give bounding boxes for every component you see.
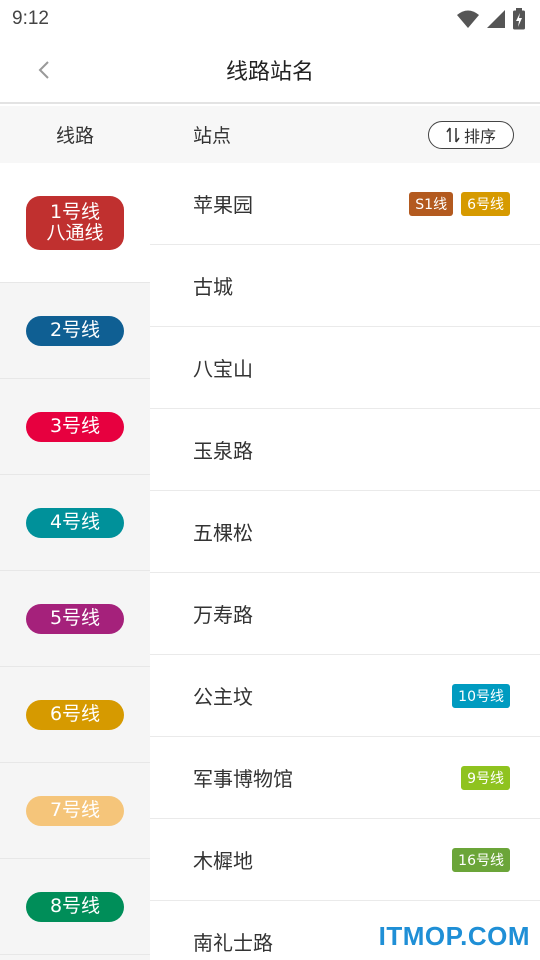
line-item[interactable]: 1号线 八通线 [0,163,150,283]
station-row[interactable]: 万寿路 [150,573,540,655]
line-pill-label: 3号线 [49,415,101,438]
signal-icon [487,10,505,28]
station-row[interactable]: 公主坟 10号线 [150,655,540,737]
station-list: 苹果园 S1线 6号线古城八宝山玉泉路五棵松万寿路公主坟 10号线军事博物馆 9号线木樨… [150,163,540,960]
line-item[interactable]: 2号线 [0,283,150,379]
line-pill-label: 2号线 [49,319,101,342]
watermark: ITMOP.COM [378,921,530,951]
line-pill-label: 7号线 [49,799,101,822]
sort-icon [446,127,460,143]
station-name: 军事博物馆 [193,767,293,791]
sort-button[interactable]: 排序 [428,121,514,149]
chevron-left-icon [38,61,49,79]
line-item[interactable]: 4号线 [0,475,150,571]
battery-icon [513,8,525,30]
line-pill: 6号线 [26,699,124,730]
line-pill: 1号线 八通线 [26,195,124,250]
station-name: 南礼士路 [193,931,273,955]
station-name: 万寿路 [193,603,253,627]
line-pill: 2号线 [26,315,124,346]
station-name: 玉泉路 [193,439,253,463]
station-row[interactable]: 玉泉路 [150,409,540,491]
station-row[interactable]: 古城 [150,245,540,327]
line-column-header: 线路 [0,106,150,163]
line-pill: 5号线 [26,603,124,634]
station-row[interactable]: 木樨地 16号线 [150,819,540,901]
station-name: 五棵松 [193,521,253,545]
line-pill-label: 5号线 [49,607,101,630]
station-column-header: 站点 排序 [150,106,540,163]
status-bar: 9:12 [0,0,540,38]
line-pill: 8号线 [26,891,124,922]
station-column-label: 站点 [193,125,232,147]
line-pill: 7号线 [26,795,124,826]
transfer-badges: 9号线 [461,765,510,790]
page-title: 线路站名 [225,60,314,85]
line-pill: 4号线 [26,507,124,538]
line-column-label: 线路 [55,125,94,147]
line-pill-label: 1号线 [49,200,101,223]
station-name: 八宝山 [193,357,253,381]
station-name: 木樨地 [193,849,253,873]
station-row[interactable]: 军事博物馆 9号线 [150,737,540,819]
station-row[interactable]: 八宝山 [150,327,540,409]
transfer-badge: 16号线 [452,847,510,872]
line-pill-label: 6号线 [49,703,101,726]
line-pill-label: 八通线 [46,221,104,244]
status-icons [456,8,526,30]
sort-label: 排序 [463,127,496,146]
status-time: 9:12 [12,8,49,29]
back-button[interactable] [26,52,62,88]
transfer-badges: 10号线 [452,683,510,708]
transfer-badge: 10号线 [452,683,510,708]
app-header: 线路站名 [0,38,540,104]
line-pill-label: 8号线 [49,895,101,918]
station-row[interactable]: 五棵松 [150,491,540,573]
line-pill-label: 4号线 [49,511,101,534]
transfer-badge: 6号线 [461,191,510,216]
line-item[interactable]: 7号线 [0,763,150,859]
transfer-badges: 16号线 [452,847,510,872]
line-pill: 3号线 [26,411,124,442]
transfer-badge: 9号线 [461,765,510,790]
line-sidebar: 1号线 八通线 2号线 3号线 4号线 5号线 6号线 7号线 8号线 [0,163,150,960]
station-row[interactable]: 苹果园 S1线 6号线 [150,163,540,245]
station-name: 古城 [193,275,233,299]
line-item[interactable]: 5号线 [0,571,150,667]
station-name: 苹果园 [193,193,253,217]
station-name: 公主坟 [193,685,253,709]
transfer-badges: S1线 6号线 [409,191,510,216]
wifi-icon [457,10,479,28]
line-item[interactable]: 6号线 [0,667,150,763]
transfer-badge: S1线 [409,191,454,216]
line-item[interactable]: 3号线 [0,379,150,475]
line-item[interactable]: 8号线 [0,859,150,955]
